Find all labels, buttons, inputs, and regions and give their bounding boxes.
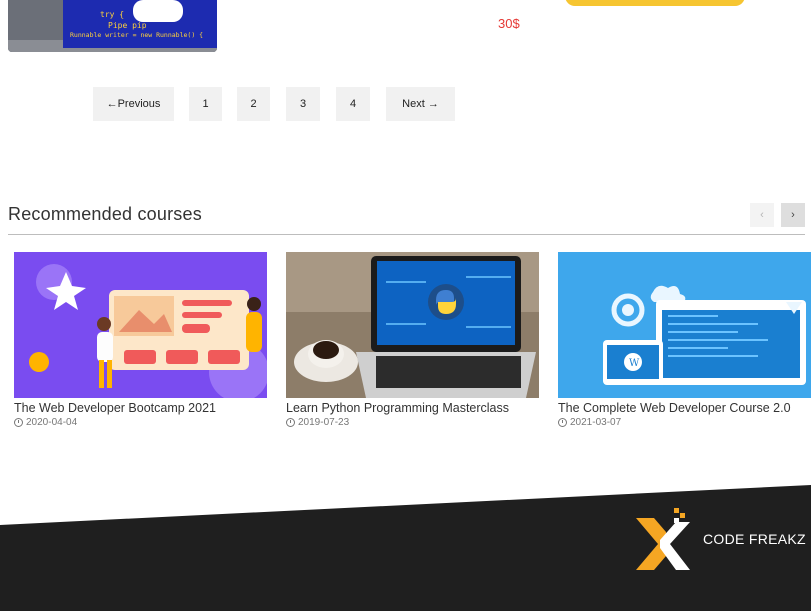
brand-name[interactable]: CODE FREAKZ <box>703 531 806 547</box>
section-divider <box>8 234 805 235</box>
course-date-text: 2021-03-07 <box>570 417 622 428</box>
code-line-2: Pipe pip <box>108 21 147 30</box>
course-date-text: 2019-07-23 <box>298 417 350 428</box>
code-line-3: Runnable writer = new Runnable() { <box>70 31 203 39</box>
web-design-illustration-icon[interactable] <box>14 252 267 398</box>
next-page-button[interactable]: Next → <box>386 87 455 121</box>
clock-icon <box>558 418 567 427</box>
previous-page-button[interactable]: ←Previous <box>93 87 174 121</box>
course-title[interactable]: The Web Developer Bootcamp 2021 <box>14 401 267 415</box>
product-thumbnail[interactable]: try { Pipe pip Runnable writer = new Run… <box>8 0 217 52</box>
page-4-button[interactable]: 4 <box>336 87 370 121</box>
code-freakz-logo-icon[interactable] <box>636 508 692 579</box>
course-title[interactable]: Learn Python Programming Masterclass <box>286 401 539 415</box>
clock-icon <box>14 418 23 427</box>
course-date: 2019-07-23 <box>286 417 539 428</box>
recommended-title: Recommended courses <box>8 204 202 224</box>
course-card[interactable]: The Web Developer Bootcamp 2021 2020-04-… <box>14 252 267 428</box>
web-devices-illustration-icon[interactable]: W <box>558 252 811 398</box>
code-line-1: try { <box>100 10 124 19</box>
product-price: 30$ <box>498 16 520 31</box>
course-title[interactable]: The Complete Web Developer Course 2.0 <box>558 401 811 415</box>
page-2-button[interactable]: 2 <box>237 87 270 121</box>
page-3-button[interactable]: 3 <box>286 87 320 121</box>
svg-text:W: W <box>629 358 640 369</box>
carousel-prev-button[interactable]: ‹ <box>750 203 774 227</box>
course-card[interactable]: Learn Python Programming Masterclass 201… <box>286 252 539 428</box>
carousel-next-button[interactable]: › <box>781 203 805 227</box>
course-date: 2020-04-04 <box>14 417 267 428</box>
course-date-text: 2020-04-04 <box>26 417 78 428</box>
course-card[interactable]: W The Complete Web Developer Course 2.0 … <box>558 252 811 428</box>
add-to-cart-button[interactable] <box>565 0 745 6</box>
course-date: 2021-03-07 <box>558 417 811 428</box>
clock-icon <box>286 418 295 427</box>
page-1-button[interactable]: 1 <box>189 87 222 121</box>
python-laptop-icon[interactable] <box>286 252 539 398</box>
